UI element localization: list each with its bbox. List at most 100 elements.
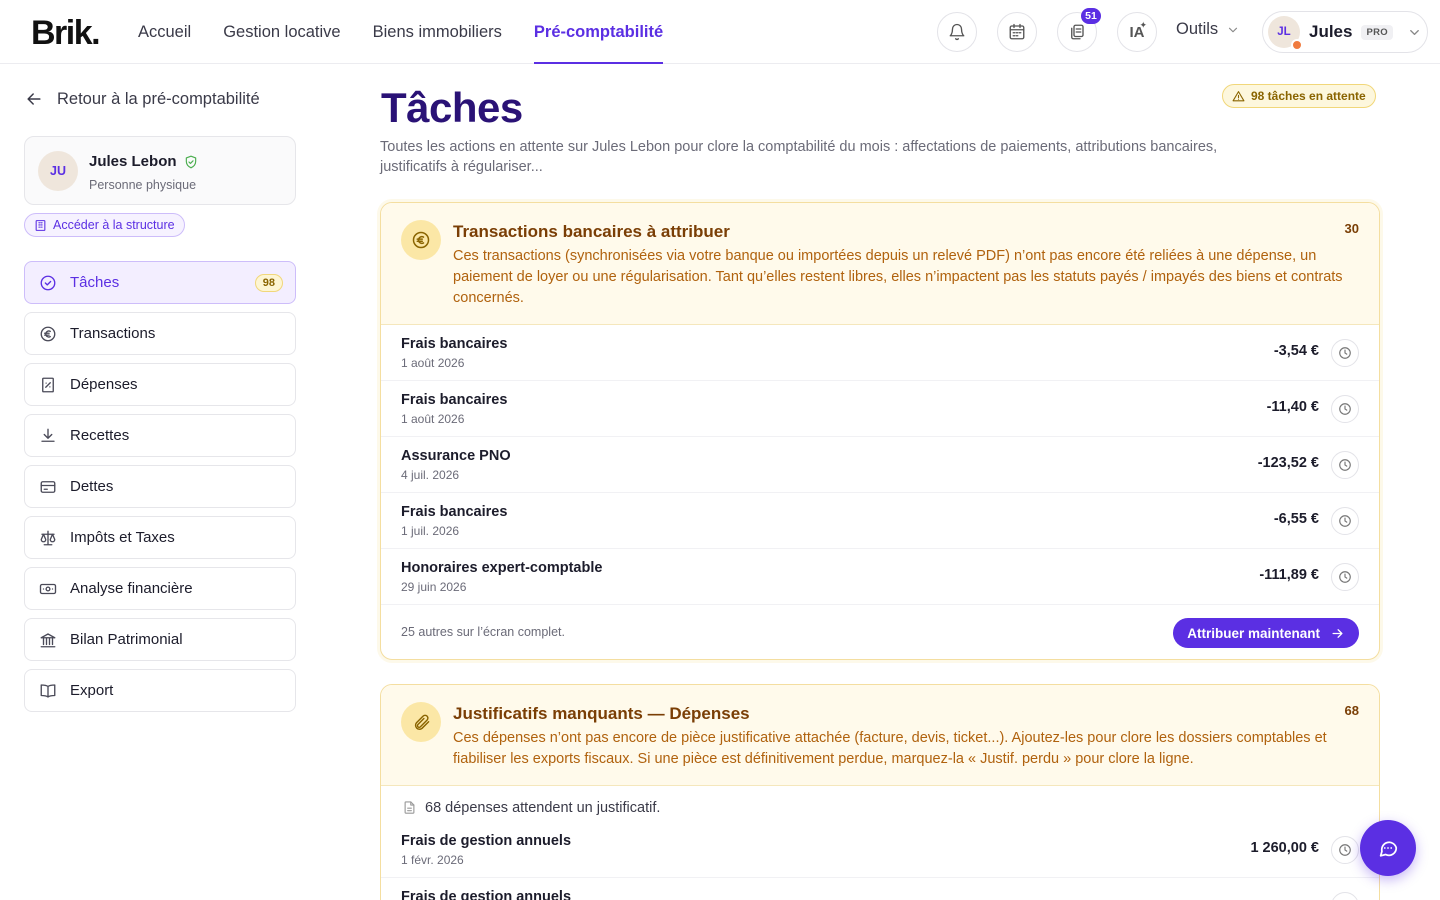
table-row[interactable]: Honoraires expert-comptable 29 juin 2026…: [381, 549, 1379, 605]
row-amount: 1 260,00 €: [1250, 840, 1319, 856]
ia-button[interactable]: IA ✦: [1117, 12, 1157, 52]
sidebar-item-label: Dettes: [70, 478, 114, 495]
schedule-button[interactable]: [1331, 563, 1359, 591]
sidebar-item-taches[interactable]: Tâches 98: [24, 261, 296, 304]
clock-icon: [1339, 459, 1351, 471]
table-row[interactable]: Frais bancaires 1 août 2026 -3,54 €: [381, 325, 1379, 381]
row-label: Honoraires expert-comptable: [401, 560, 603, 576]
card-description: Ces transactions (synchronisées via votr…: [453, 248, 1343, 306]
calendar-button[interactable]: [997, 12, 1037, 52]
sidebar-item-recettes[interactable]: Recettes: [24, 414, 296, 457]
euro-icon: [401, 220, 441, 260]
card-header: Justificatifs manquants — Dépenses Ces d…: [381, 685, 1379, 786]
sidebar-item-label: Tâches: [70, 274, 120, 291]
documents-button[interactable]: 51: [1057, 8, 1101, 52]
clock-icon: [1339, 844, 1351, 856]
card-header: Transactions bancaires à attribuer Ces t…: [381, 203, 1379, 325]
sidebar-item-transactions[interactable]: Transactions: [24, 312, 296, 355]
structure-link[interactable]: Accéder à la structure: [24, 213, 185, 237]
top-header: Brik. Accueil Gestion locative Biens imm…: [0, 0, 1440, 64]
sidebar-item-label: Analyse financière: [70, 580, 193, 597]
row-date: 1 juil. 2026: [401, 524, 460, 538]
sparkle-icon: ✦: [1139, 20, 1147, 30]
clock-icon: [1339, 403, 1351, 415]
person-avatar: JU: [38, 151, 78, 191]
sidebar-item-export[interactable]: Export: [24, 669, 296, 712]
schedule-button[interactable]: [1331, 892, 1359, 900]
nav-pre-comptabilite[interactable]: Pré-comptabilité: [533, 0, 664, 64]
more-items-text: 25 autres sur l’écran complet.: [401, 625, 565, 639]
calendar-icon: [1009, 23, 1025, 40]
user-menu[interactable]: JL Jules PRO: [1262, 11, 1428, 53]
table-row[interactable]: Frais de gestion annuels 1 févr. 2026 1 …: [381, 822, 1379, 878]
bell-button[interactable]: [937, 12, 977, 52]
tools-menu[interactable]: Outils: [1176, 20, 1240, 39]
brik-logo[interactable]: Brik.: [31, 14, 101, 53]
row-label: Assurance PNO: [401, 448, 511, 464]
sidebar-item-impots[interactable]: Impôts et Taxes: [24, 516, 296, 559]
user-avatar: JL: [1268, 16, 1303, 51]
receipts-note: 68 dépenses attendent un justificatif.: [381, 786, 1379, 822]
table-row[interactable]: Frais bancaires 1 juil. 2026 -6,55 €: [381, 493, 1379, 549]
schedule-button[interactable]: [1331, 451, 1359, 479]
schedule-button[interactable]: [1331, 507, 1359, 535]
missing-receipts-card: Justificatifs manquants — Dépenses Ces d…: [380, 684, 1380, 900]
credit-card-icon: [38, 477, 58, 497]
clock-icon: [1339, 571, 1351, 583]
check-circle-icon: [38, 273, 58, 293]
back-link[interactable]: Retour à la pré-comptabilité: [24, 89, 260, 109]
sidebar-item-label: Bilan Patrimonial: [70, 631, 183, 648]
clock-icon: [1339, 347, 1351, 359]
table-row[interactable]: Frais bancaires 1 août 2026 -11,40 €: [381, 381, 1379, 437]
pro-badge: PRO: [1361, 24, 1393, 40]
banknote-icon: [38, 579, 58, 599]
chat-bubble-icon: [1379, 841, 1398, 857]
clock-icon: [1339, 515, 1351, 527]
person-name: Jules Lebon: [89, 153, 198, 170]
nav-gestion-locative[interactable]: Gestion locative: [223, 0, 340, 64]
card-title: Justificatifs manquants — Dépenses: [453, 704, 750, 723]
verified-shield-icon: [185, 155, 196, 168]
sidebar-item-dettes[interactable]: Dettes: [24, 465, 296, 508]
sidebar-item-analyse[interactable]: Analyse financière: [24, 567, 296, 610]
tasks-count-badge: 98: [254, 274, 283, 292]
attribute-now-button[interactable]: Attribuer maintenant: [1173, 618, 1359, 648]
row-date: 4 juil. 2026: [401, 468, 460, 482]
row-label: Frais de gestion annuels: [401, 889, 572, 900]
row-date: 29 juin 2026: [401, 580, 467, 594]
back-label: Retour à la pré-comptabilité: [57, 89, 260, 108]
card-description: Ces dépenses n’ont pas encore de pièce j…: [453, 730, 1327, 767]
main-nav: Accueil Gestion locative Biens immobilie…: [138, 0, 664, 64]
paperclip-icon: [401, 702, 441, 742]
warning-icon: [1232, 90, 1245, 101]
schedule-button[interactable]: [1331, 836, 1359, 864]
sidebar-item-depenses[interactable]: Dépenses: [24, 363, 296, 406]
chat-button[interactable]: [1360, 820, 1416, 876]
building-icon: [35, 219, 46, 231]
file-icon: [404, 801, 415, 814]
row-amount: -123,52 €: [1257, 455, 1319, 471]
sidebar-item-label: Impôts et Taxes: [70, 529, 175, 546]
clipboard-icon: [1071, 24, 1084, 40]
schedule-button[interactable]: [1331, 339, 1359, 367]
row-label: Frais bancaires: [401, 504, 508, 520]
card-count: 30: [1344, 221, 1359, 236]
page-title: Tâches: [381, 84, 523, 131]
sidebar-item-bilan[interactable]: Bilan Patrimonial: [24, 618, 296, 661]
book-icon: [38, 681, 58, 701]
transactions-card: Transactions bancaires à attribuer Ces t…: [380, 202, 1380, 660]
nav-biens-immobiliers[interactable]: Biens immobiliers: [373, 0, 502, 64]
receipts-list: Frais de gestion annuels 1 févr. 2026 1 …: [381, 822, 1379, 900]
row-label: Frais bancaires: [401, 336, 508, 352]
arrow-right-icon: [1332, 628, 1343, 638]
arrow-left-icon: [27, 93, 41, 105]
nav-accueil[interactable]: Accueil: [138, 0, 191, 64]
scale-icon: [38, 528, 58, 548]
row-amount: -3,54 €: [1273, 343, 1319, 359]
person-card[interactable]: JU Jules Lebon Personne physique: [24, 136, 296, 205]
receipt-icon: [38, 375, 58, 395]
schedule-button[interactable]: [1331, 395, 1359, 423]
table-row[interactable]: Assurance PNO 4 juil. 2026 -123,52 €: [381, 437, 1379, 493]
table-row[interactable]: Frais de gestion annuels: [381, 878, 1379, 900]
chevron-down-icon: [1229, 27, 1238, 32]
